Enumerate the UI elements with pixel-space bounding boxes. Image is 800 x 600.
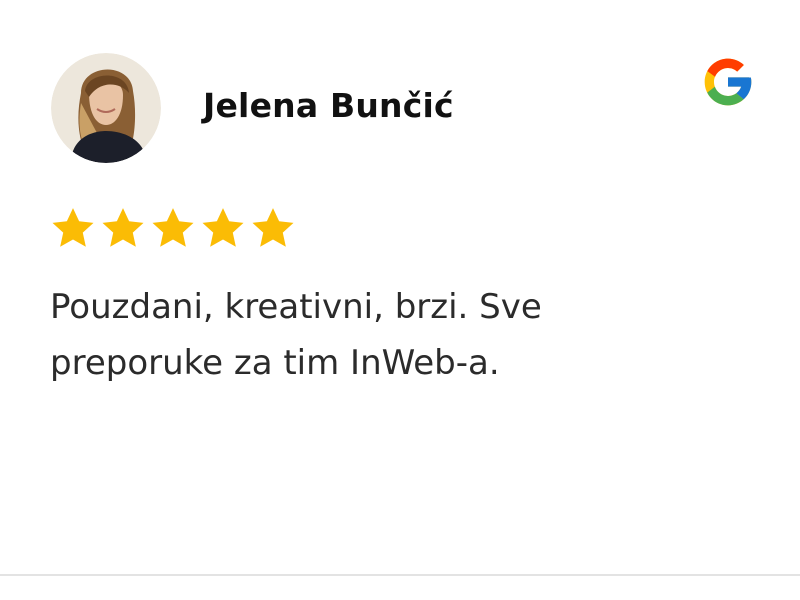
star-rating: [50, 205, 296, 251]
reviewer-name: Jelena Bunčić: [203, 86, 454, 125]
star-icon: [150, 205, 196, 251]
star-icon: [100, 205, 146, 251]
google-logo-icon: [700, 54, 756, 110]
card-divider: [0, 574, 800, 576]
reviewer-avatar: [51, 53, 161, 163]
review-text-line: preporuke za tim InWeb-a.: [50, 343, 500, 383]
review-card: Jelena Bunčić Pouzdani, kreativni, brzi.…: [0, 0, 800, 574]
star-icon: [250, 205, 296, 251]
review-text-line: Pouzdani, kreativni, brzi. Sve: [50, 287, 542, 327]
star-icon: [200, 205, 246, 251]
review-text: Pouzdani, kreativni, brzi. Sve preporuke…: [50, 279, 670, 391]
star-icon: [50, 205, 96, 251]
